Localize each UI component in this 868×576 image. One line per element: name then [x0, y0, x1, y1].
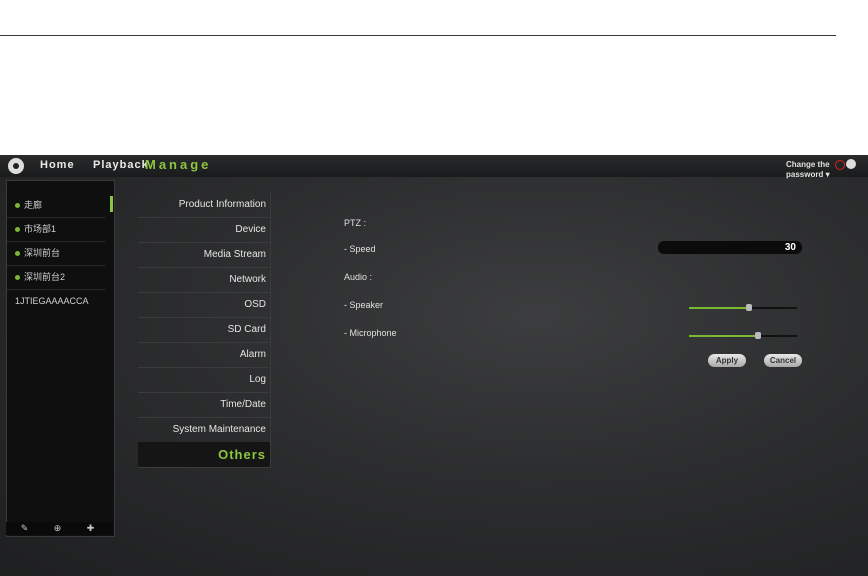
speed-input[interactable]: 30: [658, 241, 802, 254]
online-status-icon: [15, 227, 20, 233]
scrollbar-thumb[interactable]: [110, 196, 113, 212]
microphone-label: - Microphone: [344, 328, 397, 338]
device-list-panel: 走廊 市场部1 深圳前台 深圳前台2 1JTIEGAAAACCA: [6, 180, 115, 537]
menu-sd-card[interactable]: SD Card: [138, 317, 271, 343]
microphone-slider-knob[interactable]: [755, 332, 762, 339]
menu-system-maintenance[interactable]: System Maintenance: [138, 417, 271, 443]
menu-media-stream[interactable]: Media Stream: [138, 242, 271, 268]
speed-value: 30: [784, 242, 796, 253]
microphone-slider-fill: [689, 335, 759, 337]
top-navigation-bar: Home Playback Manage Change the password…: [0, 155, 868, 180]
cancel-button[interactable]: Cancel: [764, 354, 802, 367]
device-name: 1JTIEGAAAACCA: [15, 296, 89, 306]
ptz-section-label: PTZ :: [344, 218, 366, 228]
nav-home[interactable]: Home: [40, 159, 75, 171]
globe-icon[interactable]: [846, 159, 856, 169]
device-name: 市场部1: [24, 224, 57, 234]
menu-log[interactable]: Log: [138, 367, 271, 393]
change-password-menu[interactable]: Change the password ▾: [786, 160, 832, 180]
online-status-icon: [15, 275, 20, 281]
menu-product-information[interactable]: Product Information: [138, 192, 271, 218]
device-item[interactable]: 走廊: [7, 193, 105, 218]
device-item[interactable]: 深圳前台2: [7, 265, 105, 290]
device-name: 深圳前台2: [24, 272, 66, 282]
speed-label: - Speed: [344, 244, 376, 254]
menu-others[interactable]: Others: [138, 442, 271, 468]
speaker-slider-fill: [689, 307, 750, 309]
nav-playback[interactable]: Playback: [93, 159, 149, 171]
microphone-slider[interactable]: [689, 332, 797, 339]
top-rule: [0, 35, 836, 36]
menu-time-date[interactable]: Time/Date: [138, 392, 271, 418]
device-name: 深圳前台: [24, 248, 61, 258]
device-item[interactable]: 深圳前台: [7, 241, 105, 266]
speaker-slider-knob[interactable]: [746, 304, 753, 311]
online-status-icon: [15, 203, 20, 209]
power-icon[interactable]: [835, 160, 845, 170]
wrench-icon[interactable]: ✎: [20, 524, 29, 533]
logo-icon: [8, 158, 24, 174]
add-icon[interactable]: ✚: [86, 524, 95, 533]
device-item[interactable]: 1JTIEGAAAACCA: [7, 289, 105, 313]
menu-osd[interactable]: OSD: [138, 292, 271, 318]
speaker-label: - Speaker: [344, 300, 384, 310]
device-item[interactable]: 市场部1: [7, 217, 105, 242]
device-name: 走廊: [24, 200, 43, 210]
speaker-slider[interactable]: [689, 304, 797, 311]
audio-section-label: Audio :: [344, 272, 373, 282]
apply-button[interactable]: Apply: [708, 354, 746, 367]
zoom-icon[interactable]: ⊕: [53, 524, 62, 533]
app-window: Home Playback Manage Change the password…: [0, 155, 868, 576]
nav-manage[interactable]: Manage: [145, 157, 211, 172]
menu-alarm[interactable]: Alarm: [138, 342, 271, 368]
menu-network[interactable]: Network: [138, 267, 271, 293]
menu-device[interactable]: Device: [138, 217, 271, 243]
device-toolbar: ✎ ⊕ ✚: [6, 522, 113, 535]
online-status-icon: [15, 251, 20, 257]
